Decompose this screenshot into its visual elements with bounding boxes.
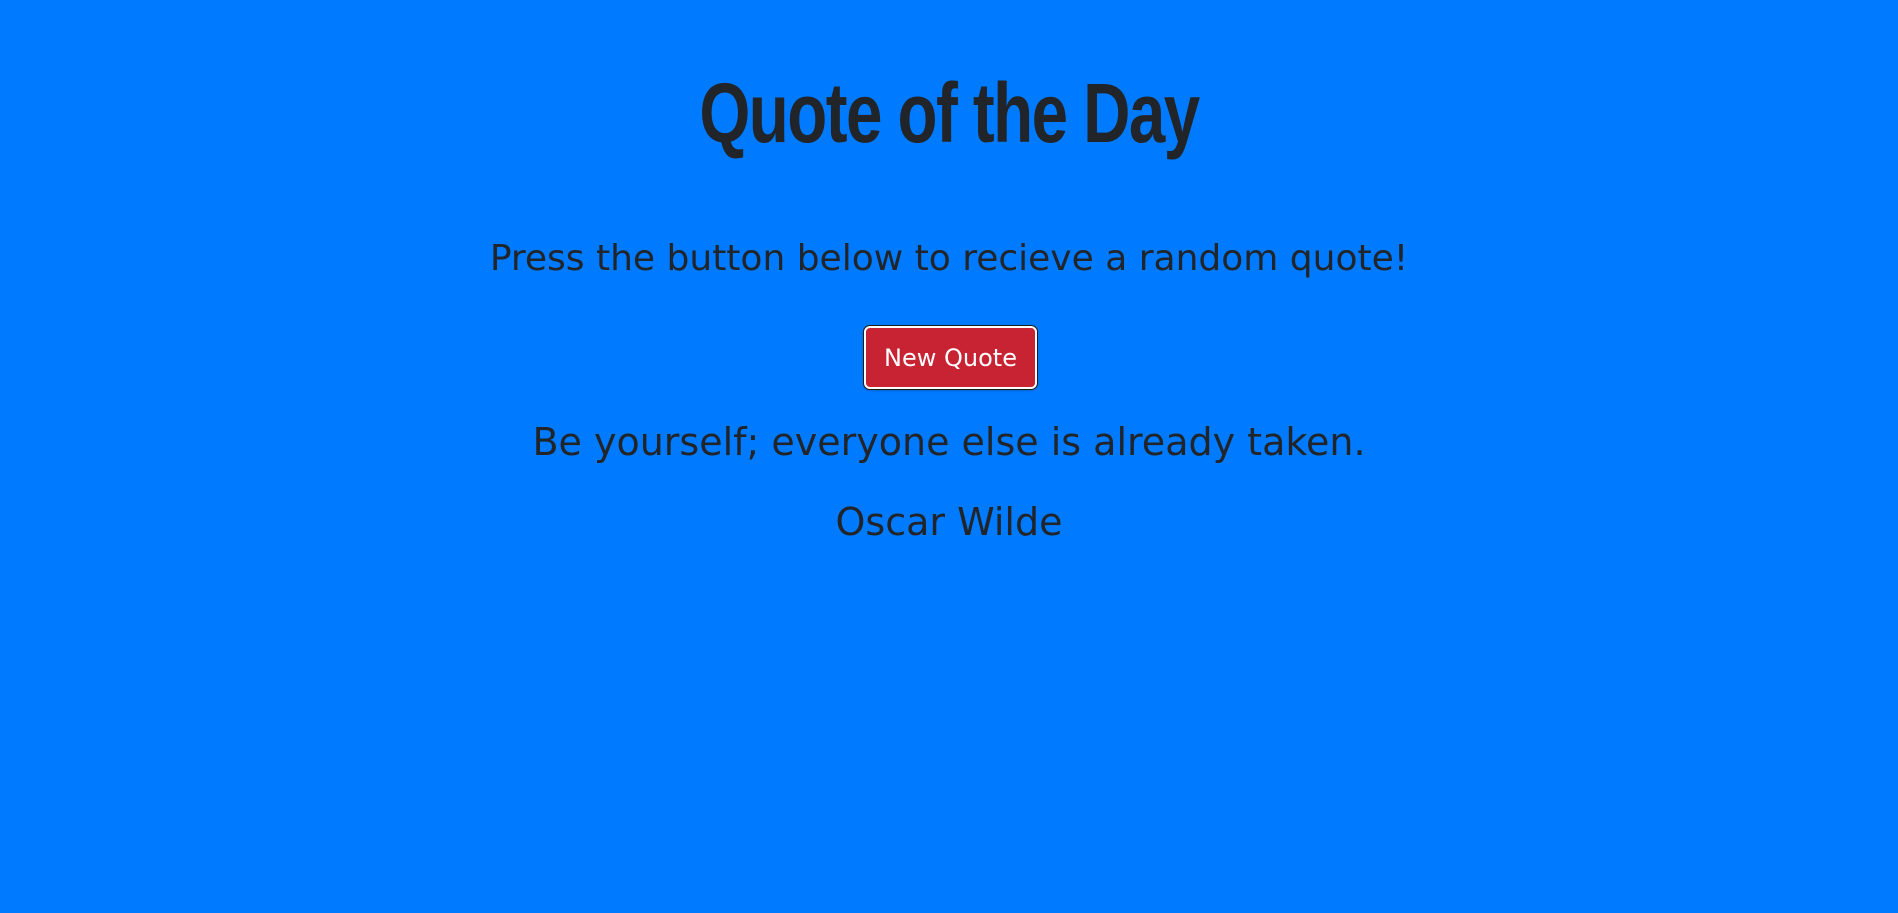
page-title: Quote of the Day [699,66,1200,160]
quote-page: Quote of the Day Press the button below … [0,0,1898,913]
new-quote-button[interactable]: New Quote [864,326,1037,389]
quote-text: Be yourself; everyone else is already ta… [532,420,1366,464]
quote-author: Oscar Wilde [835,500,1063,544]
instruction-text: Press the button below to recieve a rand… [489,238,1409,279]
